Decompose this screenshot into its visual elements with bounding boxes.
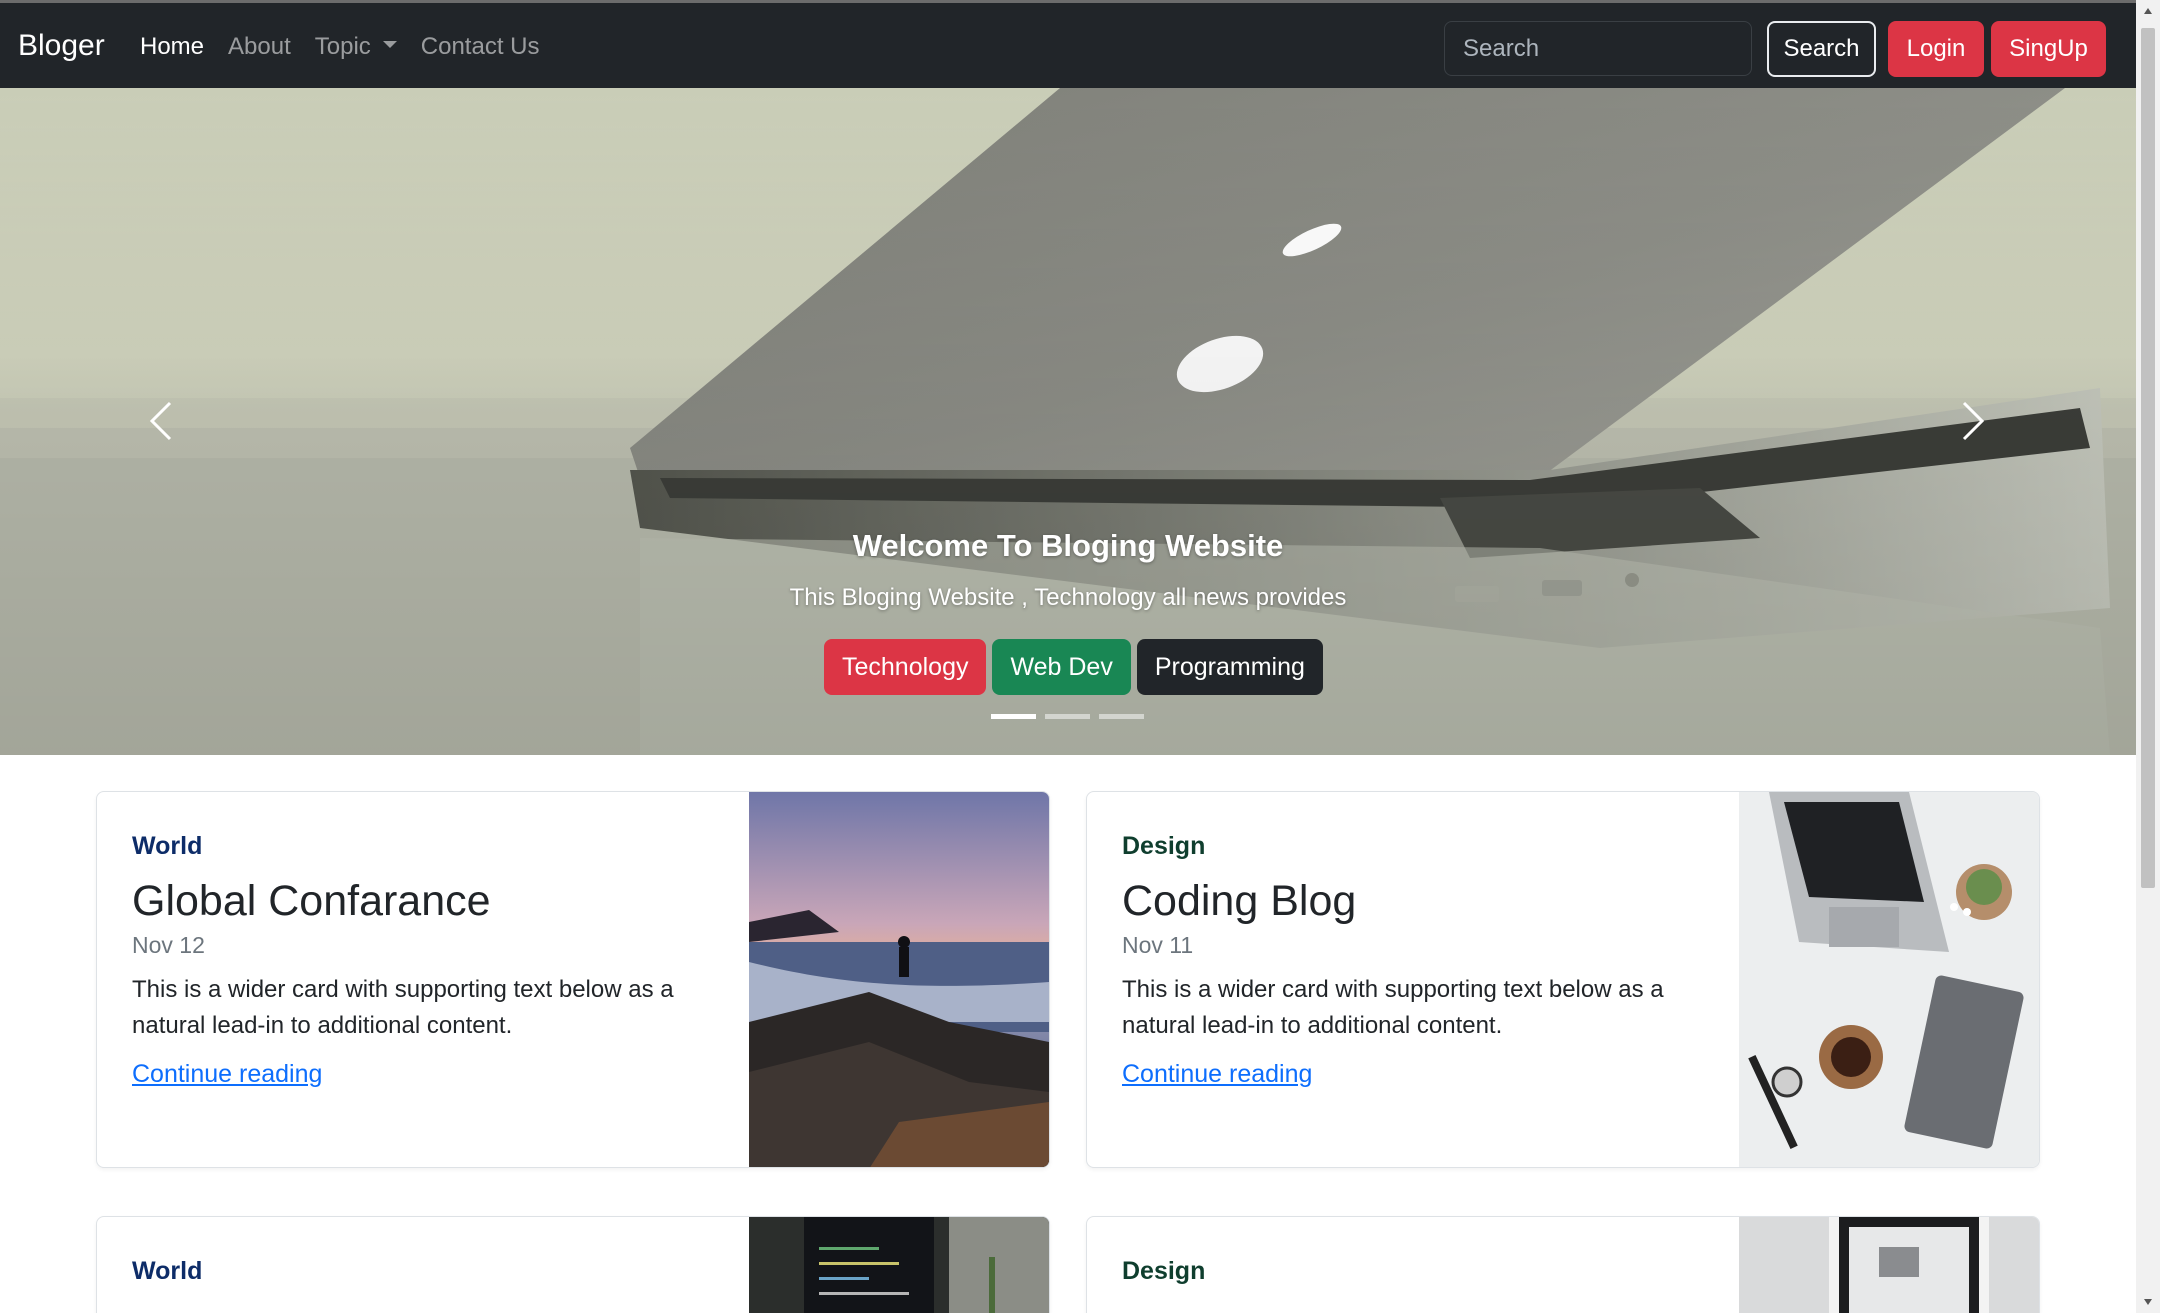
carousel-indicator-3[interactable] — [1099, 714, 1144, 719]
desk-photo — [1739, 792, 2039, 1167]
carousel-next-button[interactable] — [1954, 391, 1994, 451]
blog-card: World Global Confarance Nov 12 This is a… — [96, 791, 1050, 1168]
brand-logo[interactable]: Bloger — [18, 29, 105, 63]
card-title: Coding Blog — [1122, 877, 1357, 925]
card-date: Nov 12 — [132, 932, 205, 958]
nav-links: Home About Topic Contact Us — [140, 33, 540, 61]
carousel-indicator-1[interactable] — [991, 714, 1036, 719]
tag-programming-button[interactable]: Programming — [1136, 639, 1323, 695]
nav-topic-label: Topic — [314, 33, 371, 60]
card-image-ocean — [749, 792, 1049, 1167]
chevron-left-icon — [149, 401, 172, 441]
nav-contact[interactable]: Contact Us — [421, 33, 540, 61]
scrollbar-thumb[interactable] — [2141, 28, 2155, 888]
carousel-prev-button[interactable] — [140, 391, 180, 451]
card-image-desk — [1739, 792, 2039, 1167]
hero-tag-buttons: Technology Web Dev Programming — [824, 639, 1323, 695]
card-text: This is a wider card with supporting tex… — [1122, 976, 1664, 1039]
card-date: Nov 11 — [1122, 932, 1194, 958]
hero-subtitle: This Bloging Website , Technology all ne… — [789, 584, 1347, 611]
card-category: Design — [1122, 1257, 1206, 1285]
card-image-code — [749, 1217, 1049, 1313]
chevron-down-icon — [382, 41, 397, 49]
ocean-photo — [749, 792, 1049, 1167]
blog-card: Design Coding Blog Nov 11 This is a wide… — [1086, 791, 2040, 1168]
signup-button[interactable]: SingUp — [1991, 21, 2106, 77]
tag-technology-button[interactable]: Technology — [824, 639, 987, 695]
tag-webdev-button[interactable]: Web Dev — [992, 639, 1131, 695]
card-text: This is a wider card with supporting tex… — [132, 976, 674, 1039]
blog-card: Design — [1086, 1216, 2040, 1313]
card-category: Design — [1122, 832, 1206, 860]
scroll-up-button[interactable] — [2136, 0, 2160, 22]
vertical-scrollbar[interactable] — [2136, 0, 2160, 1313]
login-button[interactable]: Login — [1888, 21, 1984, 77]
continue-reading-link[interactable]: Continue reading — [132, 1060, 322, 1089]
nav-topic-dropdown[interactable]: Topic — [315, 33, 397, 61]
chevron-right-icon — [1962, 401, 1985, 441]
card-category: World — [132, 832, 203, 860]
nav-home[interactable]: Home — [140, 33, 204, 61]
search-input[interactable] — [1444, 21, 1752, 76]
card-image-monitor — [1739, 1217, 2039, 1313]
code-screen-photo — [749, 1217, 1049, 1313]
carousel-indicator-2[interactable] — [1045, 714, 1090, 719]
card-title: Global Confarance — [132, 877, 491, 925]
search-button[interactable]: Search — [1767, 21, 1876, 77]
navbar: Bloger Home About Topic Contact Us Searc… — [0, 0, 2136, 88]
card-category: World — [132, 1257, 203, 1285]
triangle-down-icon — [2144, 1299, 2152, 1305]
continue-reading-link[interactable]: Continue reading — [1122, 1060, 1312, 1089]
hero-carousel: Welcome To Bloging Website This Bloging … — [0, 88, 2136, 755]
triangle-up-icon — [2144, 8, 2152, 14]
scroll-down-button[interactable] — [2136, 1291, 2160, 1313]
blog-card: World — [96, 1216, 1050, 1313]
monitor-photo — [1739, 1217, 2039, 1313]
page: Bloger Home About Topic Contact Us Searc… — [0, 0, 2136, 1313]
carousel-indicators — [991, 714, 1144, 719]
hero-title: Welcome To Bloging Website — [852, 528, 1284, 563]
nav-about[interactable]: About — [228, 33, 291, 61]
